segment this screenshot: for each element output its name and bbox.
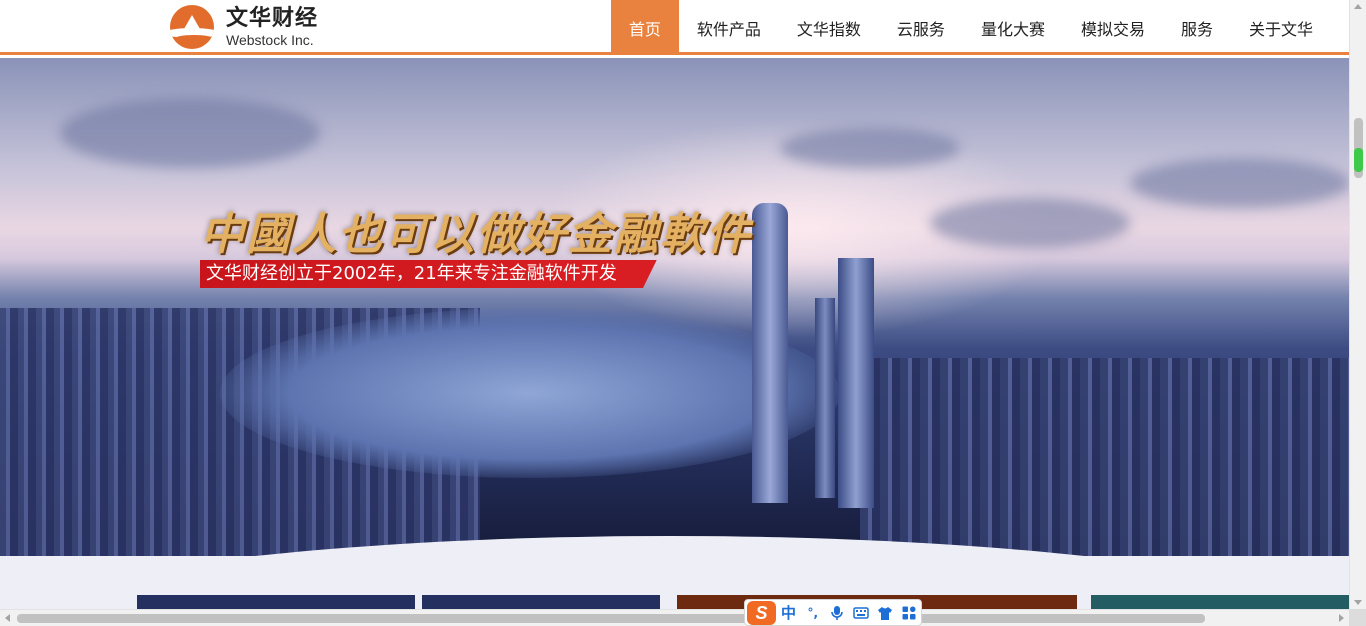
ime-toolbar[interactable]: S 中 °, <box>744 599 922 626</box>
grid-icon[interactable] <box>898 601 921 625</box>
tshirt-icon[interactable] <box>874 601 897 625</box>
hero-slogan: 中國人也可以做好金融軟件 <box>200 209 752 260</box>
skyscraper <box>815 298 835 498</box>
nav-item-software-products[interactable]: 软件产品 <box>679 0 779 55</box>
scroll-down-arrow-icon[interactable] <box>1354 600 1362 605</box>
cloud <box>930 198 1130 248</box>
ime-chinese-mode[interactable]: 中 <box>777 601 800 625</box>
scroll-indicator <box>1354 148 1363 172</box>
nav-item-home[interactable]: 首页 <box>610 0 679 55</box>
cloud <box>60 98 320 168</box>
hero-banner[interactable]: 中國人也可以做好金融軟件 文华财经创立于2002年，21年来专注金融软件开发 <box>0 58 1349 558</box>
scroll-right-arrow-icon[interactable] <box>1339 614 1344 622</box>
nav-item-cloud-service[interactable]: 云服务 <box>879 0 963 55</box>
main-nav: 首页 软件产品 文华指数 云服务 量化大赛 模拟交易 服务 关于文华 <box>610 0 1331 55</box>
city-skyline-right <box>860 358 1349 558</box>
site-header: 文华财经 Webstock Inc. 首页 软件产品 文华指数 云服务 量化大赛… <box>0 0 1349 55</box>
microphone-icon[interactable] <box>825 601 848 625</box>
nav-item-service[interactable]: 服务 <box>1163 0 1231 55</box>
scroll-up-arrow-icon[interactable] <box>1354 4 1362 9</box>
sogou-logo-icon[interactable]: S <box>747 600 776 625</box>
nav-item-about[interactable]: 关于文华 <box>1231 0 1331 55</box>
logo-mark-icon <box>170 5 214 49</box>
hero-subtitle: 文华财经创立于2002年，21年来专注金融软件开发 <box>200 260 657 288</box>
ime-punctuation-mode[interactable]: °, <box>801 601 824 625</box>
nav-item-wenhua-index[interactable]: 文华指数 <box>779 0 879 55</box>
horizontal-scroll-thumb[interactable] <box>17 614 1205 623</box>
nav-item-simulated-trading[interactable]: 模拟交易 <box>1063 0 1163 55</box>
skyscraper <box>752 203 788 503</box>
scrollbar-corner <box>1349 609 1366 626</box>
vertical-scrollbar[interactable] <box>1349 0 1366 609</box>
logo-chinese-name: 文华财经 <box>226 5 319 31</box>
content-area <box>0 556 1349 614</box>
horizontal-scrollbar[interactable] <box>0 609 1349 626</box>
nav-item-quant-contest[interactable]: 量化大赛 <box>963 0 1063 55</box>
keyboard-icon[interactable] <box>849 601 872 625</box>
cloud <box>1130 158 1349 208</box>
logo-english-name: Webstock Inc. <box>226 31 314 48</box>
river <box>220 308 840 478</box>
cloud <box>780 128 960 168</box>
site-logo[interactable]: 文华财经 Webstock Inc. <box>170 5 318 49</box>
scroll-left-arrow-icon[interactable] <box>5 614 10 622</box>
skyscraper <box>838 258 874 508</box>
